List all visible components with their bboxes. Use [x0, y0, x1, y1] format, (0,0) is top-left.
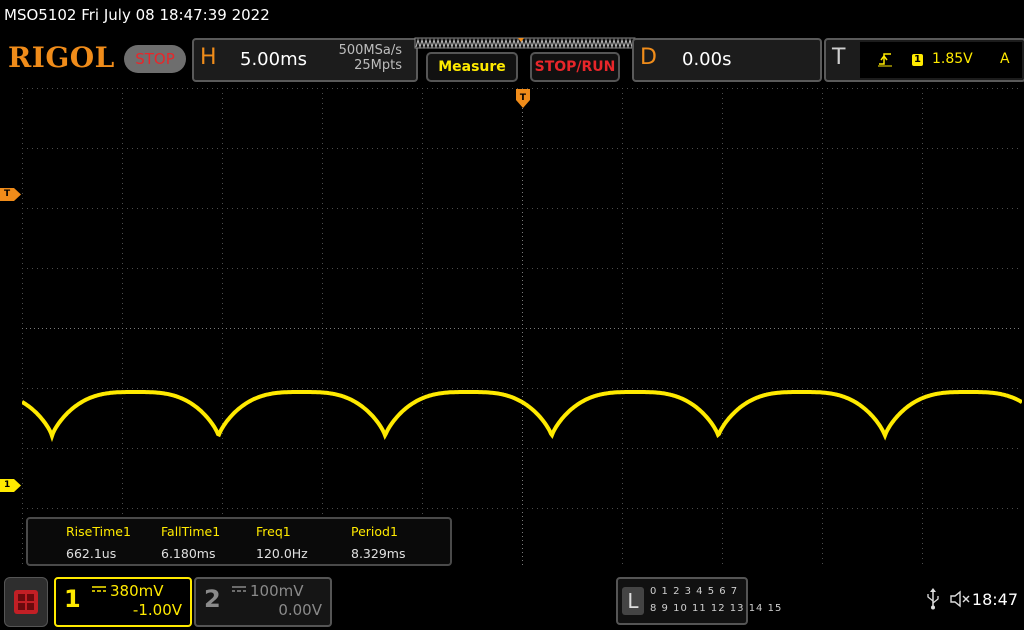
measurement-panel[interactable]: RiseTime1 662.1us FallTime1 6.180ms Freq…	[26, 517, 452, 566]
ch2-number: 2	[204, 585, 221, 613]
dc-coupling-icon	[232, 586, 246, 592]
delay-settings[interactable]: D 0.00s	[632, 38, 822, 82]
stop-run-button[interactable]: STOP/RUN	[530, 52, 620, 82]
measurement-value: 120.0Hz	[256, 546, 308, 561]
main-menu-button[interactable]	[4, 577, 48, 627]
acquisition-info: 500MSa/s 25Mpts	[339, 43, 402, 73]
trigger-level: 1.85V	[932, 51, 973, 67]
measurement-item: Period1 8.329ms	[351, 524, 405, 561]
usb-icon	[927, 588, 939, 610]
ch1-scale: 380mV	[110, 582, 164, 600]
menu-grid-icon	[14, 590, 38, 614]
trigger-letter: T	[832, 45, 846, 70]
memory-depth: 25Mpts	[354, 58, 402, 73]
measurement-value: 6.180ms	[161, 546, 216, 561]
logic-letter: L	[622, 587, 644, 615]
measurement-name: Freq1	[256, 524, 291, 539]
timebase-value: 5.00ms	[240, 49, 307, 70]
measurement-item: FallTime1 6.180ms	[161, 524, 220, 561]
delay-letter: D	[640, 45, 657, 70]
memory-position-indicator	[414, 37, 636, 49]
status-clock: 18:47	[971, 590, 1018, 609]
ch2-settings[interactable]: 2 100mV 0.00V	[194, 577, 332, 627]
horizontal-settings[interactable]: H 5.00ms 500MSa/s 25Mpts	[192, 38, 418, 82]
trigger-source-chip: 1	[912, 54, 923, 66]
trigger-details: 1 1.85V A	[860, 42, 1022, 78]
trigger-mode: A	[1000, 51, 1010, 67]
device-title: MSO5102 Fri July 08 18:47:39 2022	[4, 6, 270, 24]
measurement-name: Period1	[351, 524, 398, 539]
trigger-level-label: T	[4, 189, 11, 199]
measurement-name: FallTime1	[161, 524, 221, 539]
measurement-item: RiseTime1 662.1us	[66, 524, 131, 561]
ch1-waveform	[22, 390, 1022, 443]
delay-value: 0.00s	[682, 49, 732, 70]
horizontal-letter: H	[200, 45, 217, 70]
waveform-display[interactable]	[22, 88, 1022, 568]
measurement-name: RiseTime1	[66, 524, 131, 539]
rising-edge-icon	[878, 53, 892, 67]
run-state-badge[interactable]: STOP	[124, 45, 186, 73]
ch2-offset: 0.00V	[278, 601, 322, 619]
dc-coupling-icon	[92, 586, 106, 592]
graticule	[22, 88, 1022, 568]
measurement-item: Freq1 120.0Hz	[256, 524, 308, 561]
trigger-settings[interactable]: T 1 1.85V A	[824, 38, 1024, 82]
logic-channels-high: 8 9 10 11 12 13 14 15	[650, 603, 783, 614]
ch2-scale: 100mV	[250, 582, 304, 600]
ch1-number: 1	[64, 585, 81, 613]
speaker-muted-icon[interactable]	[950, 590, 972, 608]
measurement-value: 8.329ms	[351, 546, 406, 561]
ch1-offset-label: 1	[4, 480, 11, 490]
measurement-value: 662.1us	[66, 546, 117, 561]
measure-button[interactable]: Measure	[426, 52, 518, 82]
logic-analyzer-settings[interactable]: L 0 1 2 3 4 5 6 7 8 9 10 11 12 13 14 15	[616, 577, 781, 625]
rigol-logo: RIGOL	[8, 41, 115, 74]
ch1-settings[interactable]: 1 380mV -1.00V	[54, 577, 192, 627]
trigger-position-icon[interactable]: T	[515, 88, 531, 110]
svg-text:T: T	[520, 93, 527, 103]
sample-rate: 500MSa/s	[338, 43, 402, 58]
logic-channels-low: 0 1 2 3 4 5 6 7	[650, 586, 739, 597]
ch1-offset: -1.00V	[132, 601, 182, 619]
